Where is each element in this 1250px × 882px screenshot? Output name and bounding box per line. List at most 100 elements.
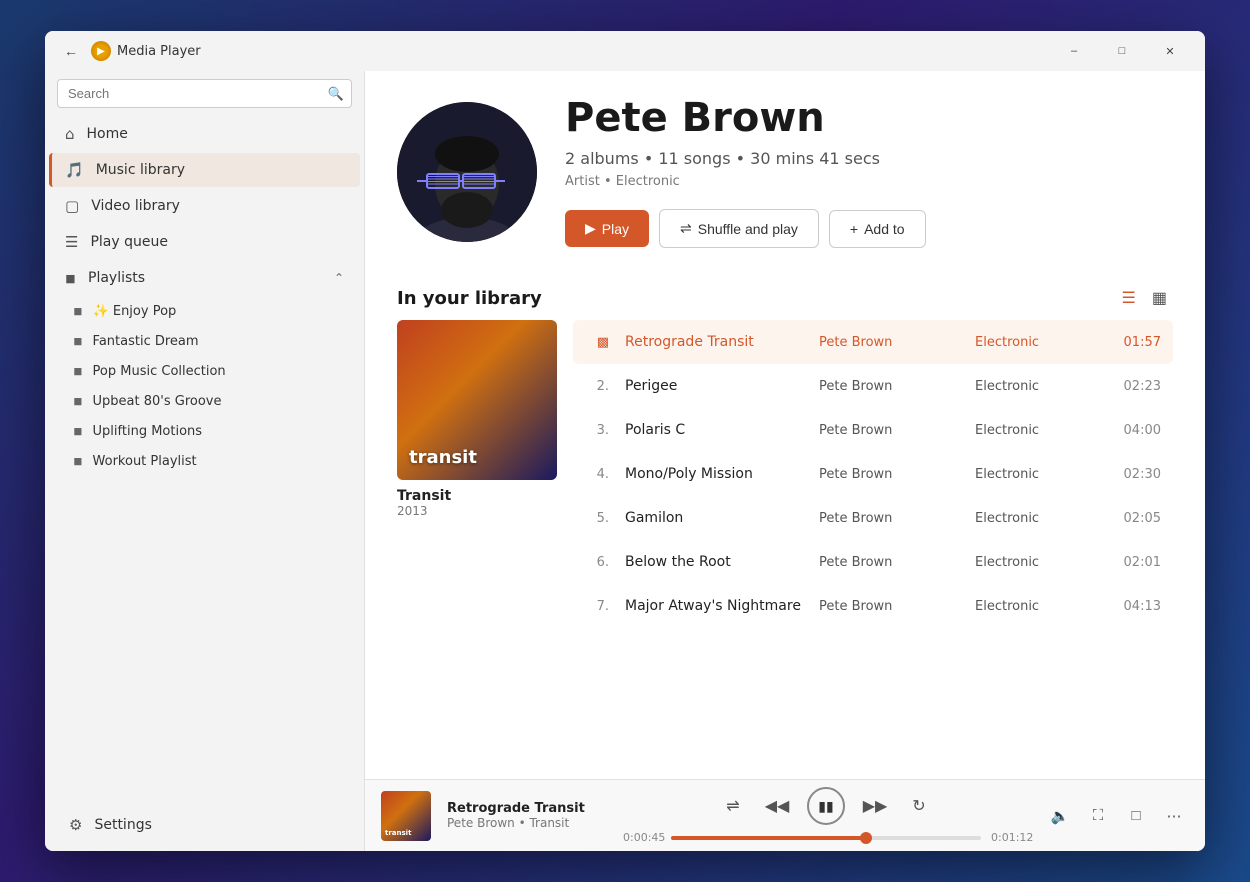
- current-time: 0:00:45: [623, 831, 661, 844]
- track-genre: Electronic: [975, 335, 1095, 350]
- track-duration: 02:01: [1111, 555, 1161, 570]
- track-artist: Pete Brown: [819, 599, 959, 614]
- track-genre: Electronic: [975, 599, 1095, 614]
- playlist-item-label: Fantastic Dream: [93, 334, 199, 349]
- search-icon[interactable]: 🔍: [328, 86, 344, 102]
- maximize-button[interactable]: □: [1099, 35, 1145, 67]
- sidebar-item-home[interactable]: ⌂ Home: [49, 117, 360, 151]
- playlist-item-label: ✨ Enjoy Pop: [93, 304, 177, 319]
- table-row[interactable]: 5. Gamilon Pete Brown Electronic 02:05: [573, 496, 1173, 540]
- track-artist: Pete Brown: [819, 335, 959, 350]
- now-playing-info: Retrograde Transit Pete Brown • Transit: [447, 801, 607, 830]
- sidebar-item-play-queue[interactable]: ☰ Play queue: [49, 225, 360, 259]
- playlist-item-uplifting[interactable]: ◾ Uplifting Motions: [57, 417, 360, 446]
- track-genre: Electronic: [975, 423, 1095, 438]
- sidebar: 🔍 ⌂ Home 🎵 Music library ▢ Video library…: [45, 71, 365, 851]
- plus-icon: +: [850, 221, 858, 237]
- previous-button[interactable]: ◀◀: [763, 792, 791, 820]
- table-row[interactable]: ▩ Retrograde Transit Pete Brown Electron…: [573, 320, 1173, 364]
- artist-photo: [397, 102, 537, 242]
- track-name: Polaris C: [625, 422, 803, 438]
- sidebar-item-video-label: Video library: [91, 198, 180, 214]
- track-number: ▩: [585, 335, 609, 350]
- progress-bar[interactable]: [671, 836, 981, 840]
- next-button[interactable]: ▶▶: [861, 792, 889, 820]
- playlist-item-icon: ◾: [73, 454, 83, 469]
- playlist-item-workout[interactable]: ◾ Workout Playlist: [57, 447, 360, 476]
- addto-button[interactable]: + Add to: [829, 210, 926, 248]
- pause-button[interactable]: ▮▮: [807, 787, 845, 825]
- table-row[interactable]: 4. Mono/Poly Mission Pete Brown Electron…: [573, 452, 1173, 496]
- table-row[interactable]: 7. Major Atway's Nightmare Pete Brown El…: [573, 584, 1173, 628]
- track-number: 2.: [585, 379, 609, 394]
- sidebar-item-video-library[interactable]: ▢ Video library: [49, 189, 360, 223]
- track-genre: Electronic: [975, 379, 1095, 394]
- track-duration: 02:05: [1111, 511, 1161, 526]
- sidebar-bottom: ⚙ Settings: [45, 799, 364, 851]
- track-duration: 02:23: [1111, 379, 1161, 394]
- track-duration: 04:13: [1111, 599, 1161, 614]
- track-artist: Pete Brown: [819, 379, 959, 394]
- track-name: Retrograde Transit: [625, 334, 803, 350]
- now-playing-bar: transit Retrograde Transit Pete Brown • …: [365, 779, 1205, 851]
- library-section: In your library ☰ ▦ transit Tr: [365, 272, 1205, 779]
- sidebar-item-playlists[interactable]: ◾ Playlists ⌃: [49, 261, 360, 295]
- album-year: 2013: [397, 504, 557, 518]
- track-duration: 04:00: [1111, 423, 1161, 438]
- track-number: 6.: [585, 555, 609, 570]
- artist-header: Pete Brown 2 albums • 11 songs • 30 mins…: [365, 71, 1205, 272]
- search-input[interactable]: [57, 79, 352, 108]
- shuffle-button[interactable]: ⇌ Shuffle and play: [659, 209, 819, 248]
- track-name: Mono/Poly Mission: [625, 466, 803, 482]
- app-window: ← ▶ Media Player – □ ✕ 🔍 ⌂ Home 🎵 Music …: [45, 31, 1205, 851]
- album-art: transit: [397, 320, 557, 480]
- playlist-item-enjoypop[interactable]: ◾ ✨ Enjoy Pop: [57, 297, 360, 326]
- track-name: Below the Root: [625, 554, 803, 570]
- playlist-item-popmusic[interactable]: ◾ Pop Music Collection: [57, 357, 360, 386]
- repeat-button[interactable]: ↻: [905, 792, 933, 820]
- list-view-button[interactable]: ☰: [1116, 284, 1142, 312]
- playlist-item-label: Uplifting Motions: [93, 424, 203, 439]
- album-title: Transit: [397, 488, 557, 504]
- sidebar-item-settings-label: Settings: [94, 817, 151, 833]
- window-controls: – □ ✕: [1051, 35, 1193, 67]
- fullscreen-button[interactable]: ⛶: [1083, 801, 1113, 831]
- more-options-button[interactable]: ⋯: [1159, 801, 1189, 831]
- track-artist: Pete Brown: [819, 423, 959, 438]
- track-number: 5.: [585, 511, 609, 526]
- back-button[interactable]: ←: [57, 37, 85, 65]
- miniplayer-button[interactable]: □: [1121, 801, 1151, 831]
- volume-button[interactable]: 🔈: [1045, 801, 1075, 831]
- queue-icon: ☰: [65, 233, 78, 251]
- grid-view-button[interactable]: ▦: [1146, 284, 1173, 312]
- artist-avatar: [397, 102, 537, 242]
- track-name: Gamilon: [625, 510, 803, 526]
- playlist-item-icon: ◾: [73, 394, 83, 409]
- close-button[interactable]: ✕: [1147, 35, 1193, 67]
- playlist-item-icon: ◾: [73, 364, 83, 379]
- shuffle-playback-button[interactable]: ⇌: [719, 792, 747, 820]
- sidebar-item-music-library[interactable]: 🎵 Music library: [49, 153, 360, 187]
- total-time: 0:01:12: [991, 831, 1029, 844]
- track-name: Perigee: [625, 378, 803, 394]
- table-row[interactable]: 3. Polaris C Pete Brown Electronic 04:00: [573, 408, 1173, 452]
- music-icon: 🎵: [65, 161, 84, 179]
- album-card[interactable]: transit Transit 2013: [397, 320, 557, 628]
- track-number: 3.: [585, 423, 609, 438]
- library-header: In your library ☰ ▦: [397, 272, 1173, 320]
- minimize-button[interactable]: –: [1051, 35, 1097, 67]
- playlist-item-fantasticdream[interactable]: ◾ Fantastic Dream: [57, 327, 360, 356]
- track-artist: Pete Brown: [819, 555, 959, 570]
- play-button[interactable]: ▶ Play: [565, 210, 649, 247]
- artist-genre: Artist • Electronic: [565, 174, 1173, 189]
- table-row[interactable]: 2. Perigee Pete Brown Electronic 02:23: [573, 364, 1173, 408]
- track-artist: Pete Brown: [819, 467, 959, 482]
- table-row[interactable]: 6. Below the Root Pete Brown Electronic …: [573, 540, 1173, 584]
- playlist-item-upbeat[interactable]: ◾ Upbeat 80's Groove: [57, 387, 360, 416]
- progress-thumb: [860, 832, 872, 844]
- sidebar-item-settings[interactable]: ⚙ Settings: [53, 808, 356, 842]
- sidebar-item-queue-label: Play queue: [90, 234, 168, 250]
- playlist-item-label: Upbeat 80's Groove: [93, 394, 222, 409]
- progress-fill: [671, 836, 866, 840]
- track-duration: 01:57: [1111, 335, 1161, 350]
